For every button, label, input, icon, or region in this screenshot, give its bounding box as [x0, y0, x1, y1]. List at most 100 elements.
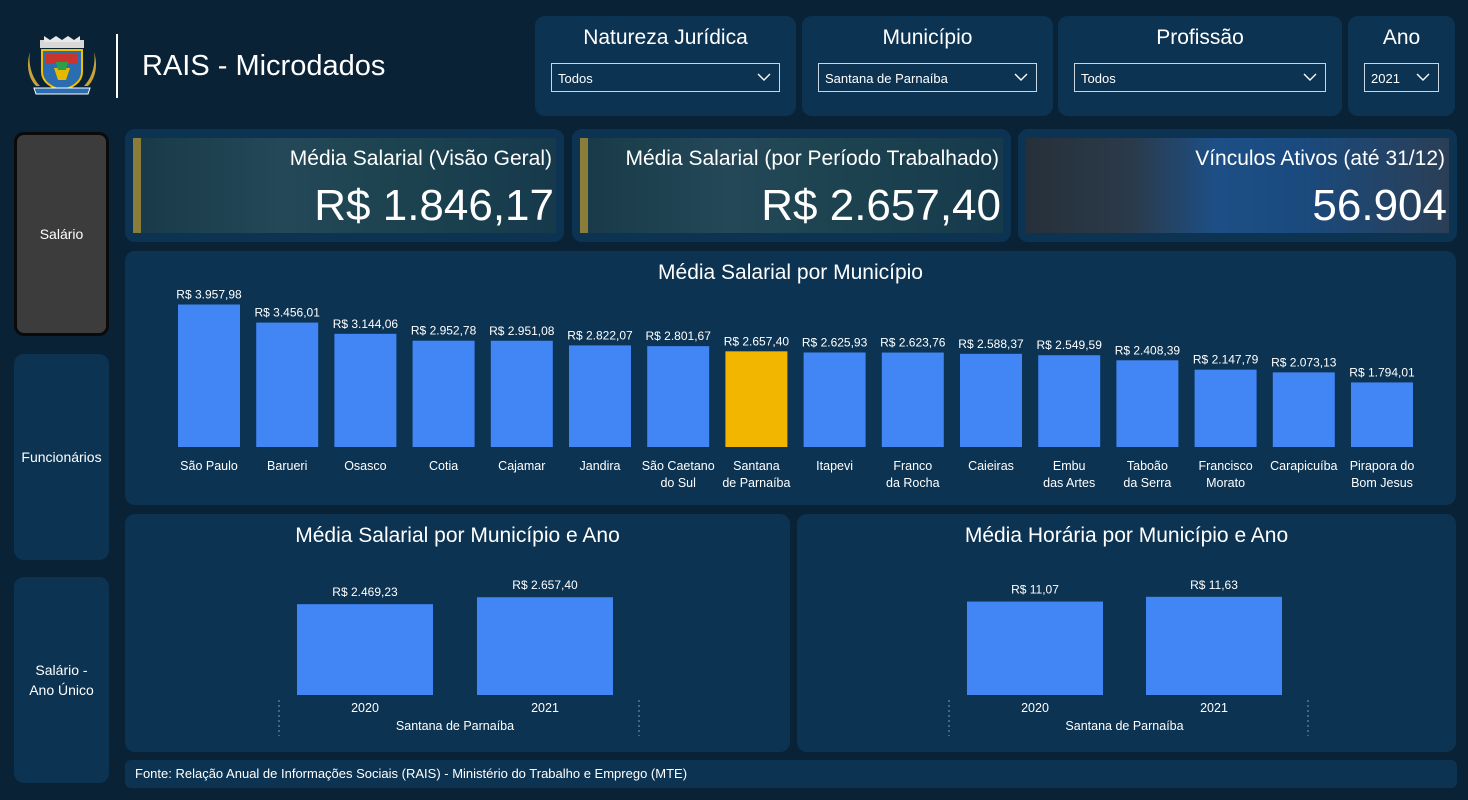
- municipal-coat-of-arms-logo: [26, 34, 98, 96]
- category-label: Cajamar: [498, 459, 545, 473]
- kpi-media-salarial-periodo: Média Salarial (por Período Trabalhado) …: [572, 129, 1011, 242]
- group-label: Santana de Parnaíba: [1065, 719, 1183, 733]
- data-label: R$ 2.147,79: [1193, 353, 1259, 367]
- nav-label: Funcionários: [21, 449, 102, 465]
- data-label: R$ 2.951,08: [489, 324, 555, 338]
- chevron-down-icon: [1303, 73, 1317, 81]
- dropdown-value: Todos: [1081, 71, 1116, 86]
- accent-stripe: [580, 138, 588, 233]
- filter-profissao: Profissão Todos: [1058, 16, 1342, 116]
- bar[interactable]: [297, 604, 433, 695]
- bar[interactable]: [967, 601, 1103, 695]
- nav-label: Salário - Ano Único: [29, 662, 94, 698]
- category-label: Franco da Rocha: [886, 459, 940, 490]
- bar-chart-svg: R$ 2.469,23 2020 R$ 2.657,40 2021 Santana de…: [278, 578, 640, 736]
- category-label: 2021: [531, 701, 559, 715]
- bar[interactable]: [178, 304, 240, 447]
- data-label: R$ 2.822,07: [567, 328, 633, 342]
- data-label: R$ 2.588,37: [958, 337, 1024, 351]
- category-label: Caieiras: [968, 459, 1014, 473]
- ano-dropdown[interactable]: 2021: [1364, 63, 1439, 92]
- category-label: Jandira: [580, 459, 621, 473]
- data-label: R$ 11,07: [1011, 583, 1059, 597]
- data-label: R$ 2.469,23: [332, 585, 398, 599]
- nav-salario-button[interactable]: Salário: [14, 132, 109, 336]
- bar[interactable]: [1038, 355, 1101, 447]
- nav-funcionarios-button[interactable]: Funcionários: [14, 354, 109, 560]
- kpi-value: R$ 2.657,40: [761, 181, 1001, 230]
- kpi-value: 56.904: [1312, 181, 1447, 230]
- bar[interactable]: [960, 353, 1022, 447]
- category-label: 2020: [1021, 701, 1049, 715]
- data-label: R$ 2.657,40: [724, 334, 790, 348]
- bar[interactable]: [490, 340, 553, 447]
- data-label: R$ 2.625,93: [802, 335, 868, 349]
- data-label: R$ 3.144,06: [333, 317, 399, 331]
- bar[interactable]: [725, 351, 788, 447]
- bar[interactable]: [569, 345, 631, 447]
- bar[interactable]: [881, 352, 944, 447]
- filter-municipio: Município Santana de Parnaíba: [802, 16, 1053, 116]
- source-footer: Fonte: Relação Anual de Informações Soci…: [125, 760, 1457, 788]
- bar[interactable]: [1146, 596, 1282, 695]
- kpi-media-salarial-visao-geral: Média Salarial (Visão Geral) R$ 1.846,17: [125, 129, 564, 242]
- kpi-value: R$ 1.846,17: [314, 181, 554, 230]
- bar[interactable]: [1272, 372, 1335, 447]
- data-label: R$ 3.957,98: [176, 288, 242, 302]
- data-label: R$ 11,63: [1190, 578, 1238, 592]
- filter-ano: Ano 2021: [1348, 16, 1455, 116]
- data-label: R$ 2.657,40: [512, 578, 578, 592]
- filter-title: Profissão: [1156, 26, 1244, 49]
- bar[interactable]: [1194, 369, 1257, 447]
- group-label: Santana de Parnaíba: [396, 719, 514, 733]
- header-divider: [116, 34, 118, 98]
- category-label: Francisco Morato: [1199, 459, 1253, 490]
- filter-title: Ano: [1382, 26, 1421, 49]
- bar[interactable]: [334, 333, 397, 447]
- bar[interactable]: [647, 346, 710, 447]
- profissao-dropdown[interactable]: Todos: [1074, 63, 1326, 92]
- category-label: Barueri: [267, 459, 307, 473]
- filter-natureza-juridica: Natureza Jurídica Todos: [535, 16, 796, 116]
- bar[interactable]: [803, 352, 866, 447]
- bar[interactable]: [1351, 382, 1413, 447]
- bar[interactable]: [412, 340, 475, 447]
- municipio-dropdown[interactable]: Santana de Parnaíba: [818, 63, 1037, 92]
- category-label: São Paulo: [180, 459, 238, 473]
- nav-salario-ano-unico-button[interactable]: Salário - Ano Único: [14, 577, 109, 783]
- data-label: R$ 2.549,59: [1037, 338, 1103, 352]
- kpi-label: Média Salarial (Visão Geral): [289, 147, 552, 170]
- source-text: Fonte: Relação Anual de Informações Soci…: [135, 766, 688, 781]
- bar[interactable]: [1116, 360, 1179, 447]
- bar-chart-svg: R$ 11,07 2020 R$ 11,63 2021 Santana de Parna…: [948, 578, 1309, 736]
- category-label: 2020: [351, 701, 379, 715]
- data-label: R$ 2.801,67: [646, 329, 712, 343]
- kpi-vinculos-ativos: Vínculos Ativos (até 31/12) 56.904: [1018, 129, 1457, 242]
- chart-media-horaria-ano: Média Horária por Município e Ano R$ 11,…: [797, 514, 1456, 752]
- data-label: R$ 1.794,01: [1349, 365, 1415, 379]
- category-label: Santana de Parnaíba: [722, 459, 790, 490]
- bar[interactable]: [477, 597, 613, 695]
- dropdown-value: 2021: [1371, 71, 1400, 86]
- category-label: Embu das Artes: [1043, 459, 1095, 490]
- filter-title: Município: [882, 26, 973, 49]
- data-label: R$ 3.456,01: [255, 306, 321, 320]
- accent-stripe: [133, 138, 141, 233]
- data-label: R$ 2.623,76: [880, 336, 946, 350]
- data-label: R$ 2.408,39: [1115, 343, 1181, 357]
- category-label: 2021: [1200, 701, 1228, 715]
- data-label: R$ 2.952,78: [411, 324, 477, 338]
- chevron-down-icon: [1416, 73, 1430, 81]
- category-label: Cotia: [429, 459, 458, 473]
- dropdown-value: Santana de Parnaíba: [825, 71, 948, 86]
- nav-label: Salário: [39, 226, 84, 242]
- category-label: Osasco: [344, 459, 386, 473]
- dropdown-value: Todos: [558, 71, 593, 86]
- bar[interactable]: [256, 322, 319, 447]
- filter-title: Natureza Jurídica: [583, 26, 748, 49]
- chart-media-salarial-ano: Média Salarial por Município e Ano R$ 2.…: [125, 514, 790, 752]
- kpi-label: Média Salarial (por Período Trabalhado): [625, 147, 999, 170]
- chevron-down-icon: [757, 73, 771, 81]
- category-label: Itapevi: [816, 459, 853, 473]
- natureza-juridica-dropdown[interactable]: Todos: [551, 63, 780, 92]
